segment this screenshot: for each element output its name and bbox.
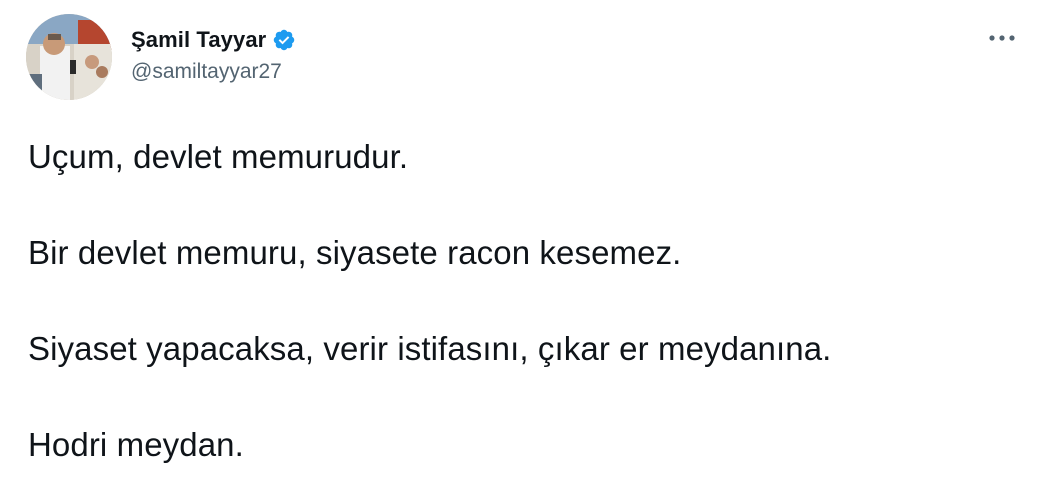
more-options-icon bbox=[989, 35, 1015, 41]
tweet-card: Şamil Tayyar @samiltayyar27 Uçum, devlet… bbox=[0, 0, 1043, 485]
tweet-author: Şamil Tayyar @samiltayyar27 bbox=[131, 24, 296, 84]
tweet-paragraph: Siyaset yapacaksa, verir istifasını, çık… bbox=[28, 330, 832, 367]
author-name-row: Şamil Tayyar bbox=[131, 24, 296, 56]
avatar-photo bbox=[26, 14, 112, 100]
author-display-name[interactable]: Şamil Tayyar bbox=[131, 27, 266, 53]
tweet-paragraph: Hodri meydan. bbox=[28, 426, 244, 463]
verified-badge-icon bbox=[272, 28, 296, 52]
author-handle[interactable]: @samiltayyar27 bbox=[131, 60, 296, 84]
tweet-paragraph: Bir devlet memuru, siyasete racon keseme… bbox=[28, 234, 682, 271]
avatar[interactable] bbox=[26, 14, 112, 100]
more-options-button[interactable] bbox=[985, 26, 1019, 50]
tweet-text: Uçum, devlet memurudur. Bir devlet memur… bbox=[28, 133, 1018, 469]
tweet-paragraph: Uçum, devlet memurudur. bbox=[28, 138, 409, 175]
